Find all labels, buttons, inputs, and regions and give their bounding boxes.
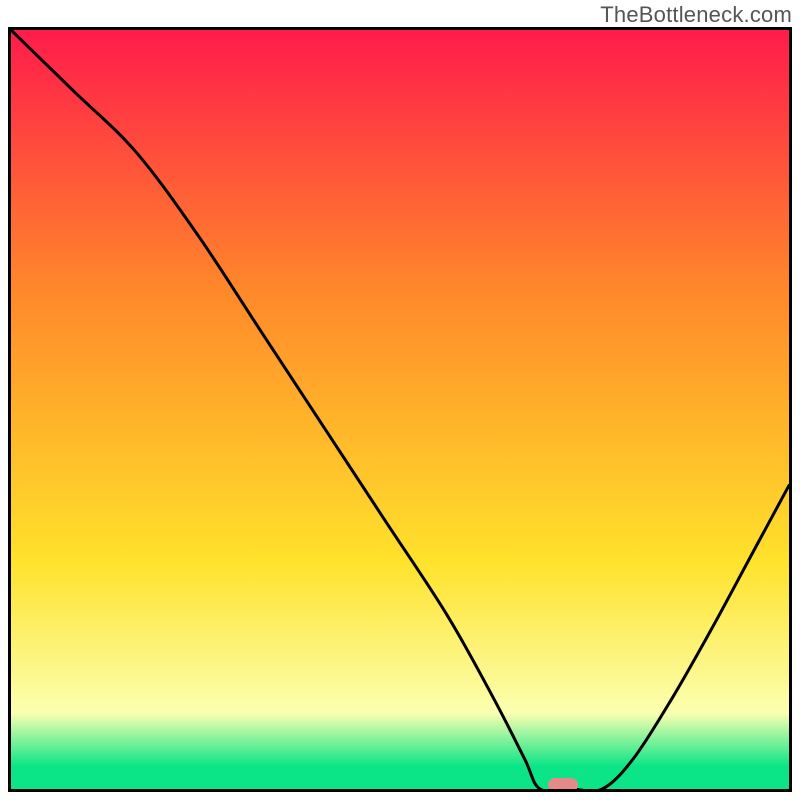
bottleneck-curve [11,30,789,789]
watermark-text: TheBottleneck.com [600,2,792,28]
curve-path [11,30,789,789]
minimum-marker [548,778,578,792]
chart-frame [8,27,792,792]
